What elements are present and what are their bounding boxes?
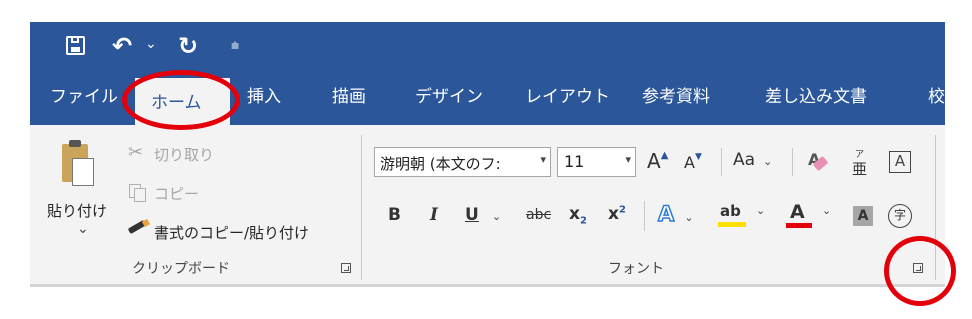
subscript-mark: 2 xyxy=(579,215,587,227)
superscript-base: x xyxy=(608,204,619,224)
clear-formatting-icon[interactable]: A xyxy=(806,150,829,174)
text-effects-icon: A xyxy=(657,201,675,227)
font-name-dropdown-icon[interactable]: ▾ xyxy=(540,153,546,166)
italic-button[interactable]: I xyxy=(430,205,438,225)
tab-layout[interactable]: レイアウト xyxy=(525,83,610,111)
font-color-dropdown-icon: ⌄ xyxy=(822,204,832,217)
change-case-label: Aa xyxy=(733,150,756,170)
annotation-circle-home-tab xyxy=(122,70,240,130)
save-icon[interactable] xyxy=(66,36,85,55)
paste-dropdown-icon[interactable]: ⌄ xyxy=(77,221,89,237)
font-separator-2 xyxy=(792,148,793,176)
underline-button[interactable]: U ⌄ xyxy=(465,205,515,231)
clipboard-dialog-launcher-icon[interactable] xyxy=(341,263,351,273)
subscript-base: x xyxy=(569,204,580,224)
cut-label: 切り取り xyxy=(154,146,215,164)
change-case-dropdown-icon: ⌄ xyxy=(763,155,773,168)
tab-mailings[interactable]: 差し込み文書 xyxy=(765,83,867,111)
format-painter-label: 書式のコピー/貼り付け xyxy=(154,224,310,242)
quick-access-bar xyxy=(30,22,945,70)
font-color-icon: A xyxy=(790,201,805,223)
customize-qat-icon[interactable]: ⩧ xyxy=(231,33,239,59)
shrink-font-icon[interactable]: A▼ xyxy=(684,152,702,172)
font-separator-1 xyxy=(721,148,722,176)
clipboard-icon xyxy=(62,140,94,186)
subscript-button[interactable]: x2 xyxy=(569,204,587,226)
enclose-characters-icon[interactable]: 字 xyxy=(888,204,912,228)
font-group-label: フォント xyxy=(608,261,664,277)
highlight-dropdown-icon: ⌄ xyxy=(756,204,766,217)
undo-icon[interactable]: ↶ xyxy=(112,33,132,59)
change-case-button[interactable]: Aa ⌄ xyxy=(733,150,781,176)
superscript-mark: 2 xyxy=(618,204,626,216)
highlight-icon: ab xyxy=(720,202,741,220)
text-effects-button[interactable]: A ⌄ xyxy=(657,201,706,230)
underline-dropdown-icon: ⌄ xyxy=(491,210,502,223)
undo-dropdown-icon[interactable]: ⌄ xyxy=(145,31,157,57)
underline-label: U xyxy=(465,205,479,225)
font-size-value: 11 xyxy=(564,152,585,171)
character-shading-icon[interactable]: A xyxy=(853,206,873,226)
group-separator xyxy=(361,135,362,280)
text-effects-dropdown-icon: ⌄ xyxy=(684,211,694,224)
font-separator-3 xyxy=(644,201,645,231)
tab-file[interactable]: ファイル xyxy=(50,83,118,111)
copy-button[interactable]: コピー xyxy=(126,181,236,205)
copy-label: コピー xyxy=(154,185,200,203)
paste-button[interactable]: 貼り付け ⌄ xyxy=(42,138,118,243)
format-painter-button[interactable]: 書式のコピー/貼り付け xyxy=(126,218,346,244)
phonetic-guide-icon[interactable]: ア 亜 xyxy=(851,147,873,178)
paste-label: 貼り付け xyxy=(47,202,108,220)
cut-button[interactable]: ✂ 切り取り xyxy=(126,142,236,166)
font-name-value: 游明朝 (本文のフ: xyxy=(380,155,501,173)
ribbon-bottom-border xyxy=(30,284,945,287)
redo-icon[interactable]: ↻ xyxy=(178,33,198,59)
grow-font-icon[interactable]: A▲ xyxy=(647,149,668,173)
tab-references[interactable]: 参考資料 xyxy=(642,83,710,111)
tab-review-partial[interactable]: 校 xyxy=(928,83,945,111)
bold-button[interactable]: B xyxy=(388,205,401,225)
copy-icon-back xyxy=(134,188,146,202)
clipboard-group-label: クリップボード xyxy=(132,261,230,277)
highlight-color-bar xyxy=(718,222,746,227)
font-name-select[interactable]: 游明朝 (本文のフ: ▾ xyxy=(374,147,551,177)
tab-draw[interactable]: 描画 xyxy=(332,83,366,111)
phonetic-guide-base: 亜 xyxy=(852,160,868,178)
tab-insert[interactable]: 挿入 xyxy=(247,83,281,111)
superscript-button[interactable]: x2 xyxy=(608,204,626,224)
annotation-circle-font-launcher xyxy=(884,236,956,306)
font-color-bar xyxy=(786,223,812,228)
font-size-select[interactable]: 11 ▾ xyxy=(557,147,636,177)
tab-design[interactable]: デザイン xyxy=(415,83,483,111)
font-size-dropdown-icon[interactable]: ▾ xyxy=(625,153,631,166)
font-color-button[interactable]: A ⌄ xyxy=(786,201,836,232)
enclose-characters-glyph: 字 xyxy=(893,208,906,222)
character-border-icon[interactable]: A xyxy=(889,151,911,173)
scissors-icon: ✂ xyxy=(128,142,144,163)
highlight-color-button[interactable]: ab ⌄ xyxy=(718,202,776,232)
strikethrough-button[interactable]: abc xyxy=(526,207,551,223)
